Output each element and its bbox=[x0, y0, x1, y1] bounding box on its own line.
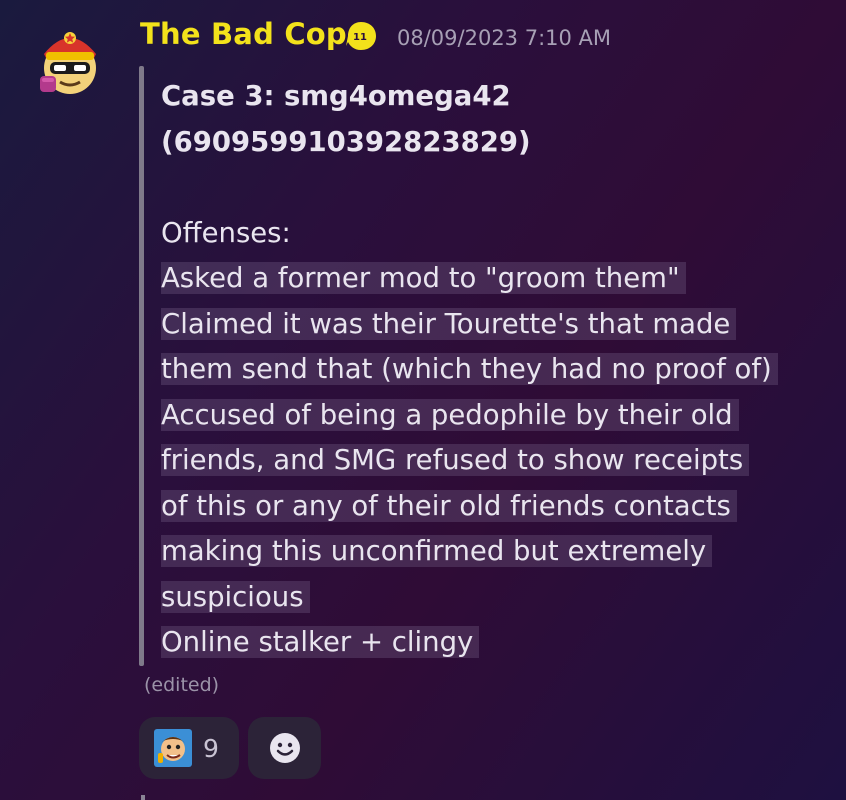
message-content: Case 3: smg4omega42 (690959910392823829)… bbox=[161, 74, 831, 666]
next-quote-bar bbox=[141, 795, 145, 800]
add-reaction-icon bbox=[269, 733, 300, 763]
offense-line: Claimed it was their Tourette's that mad… bbox=[161, 307, 737, 340]
police-avatar-icon bbox=[40, 32, 96, 94]
svg-text:11: 11 bbox=[353, 32, 367, 43]
offense-line: making this unconfirmed but extremely bbox=[161, 535, 713, 567]
role-badge-icon[interactable]: 11 bbox=[344, 20, 378, 52]
author-name[interactable]: The Bad Cop bbox=[140, 17, 347, 51]
case-title-line: Case 3: smg4omega42 bbox=[161, 80, 511, 112]
author-avatar[interactable] bbox=[36, 24, 104, 98]
offense-line: friends, and SMG refused to show receipt… bbox=[161, 444, 750, 476]
edited-label: (edited) bbox=[144, 674, 220, 696]
offense-line: Online stalker + clingy bbox=[161, 626, 480, 658]
message-timestamp: 08/09/2023 7:10 AM bbox=[397, 26, 612, 50]
reaction-button[interactable]: 9 bbox=[139, 717, 239, 779]
offenses-heading: Offenses: bbox=[161, 216, 291, 249]
add-reaction-button[interactable] bbox=[248, 717, 321, 779]
offense-line: of this or any of their old friends cont… bbox=[161, 489, 737, 522]
reaction-count: 9 bbox=[203, 733, 219, 763]
offense-line: suspicious bbox=[161, 580, 310, 613]
offense-line: Asked a former mod to "groom them" bbox=[161, 262, 686, 294]
offense-line: Accused of being a pedophile by their ol… bbox=[161, 398, 739, 431]
offense-line: them send that (which they had no proof … bbox=[161, 353, 778, 385]
case-id-line: (690959910392823829) bbox=[161, 125, 531, 158]
character-face-emoji bbox=[154, 729, 192, 767]
quote-bar bbox=[139, 66, 144, 666]
